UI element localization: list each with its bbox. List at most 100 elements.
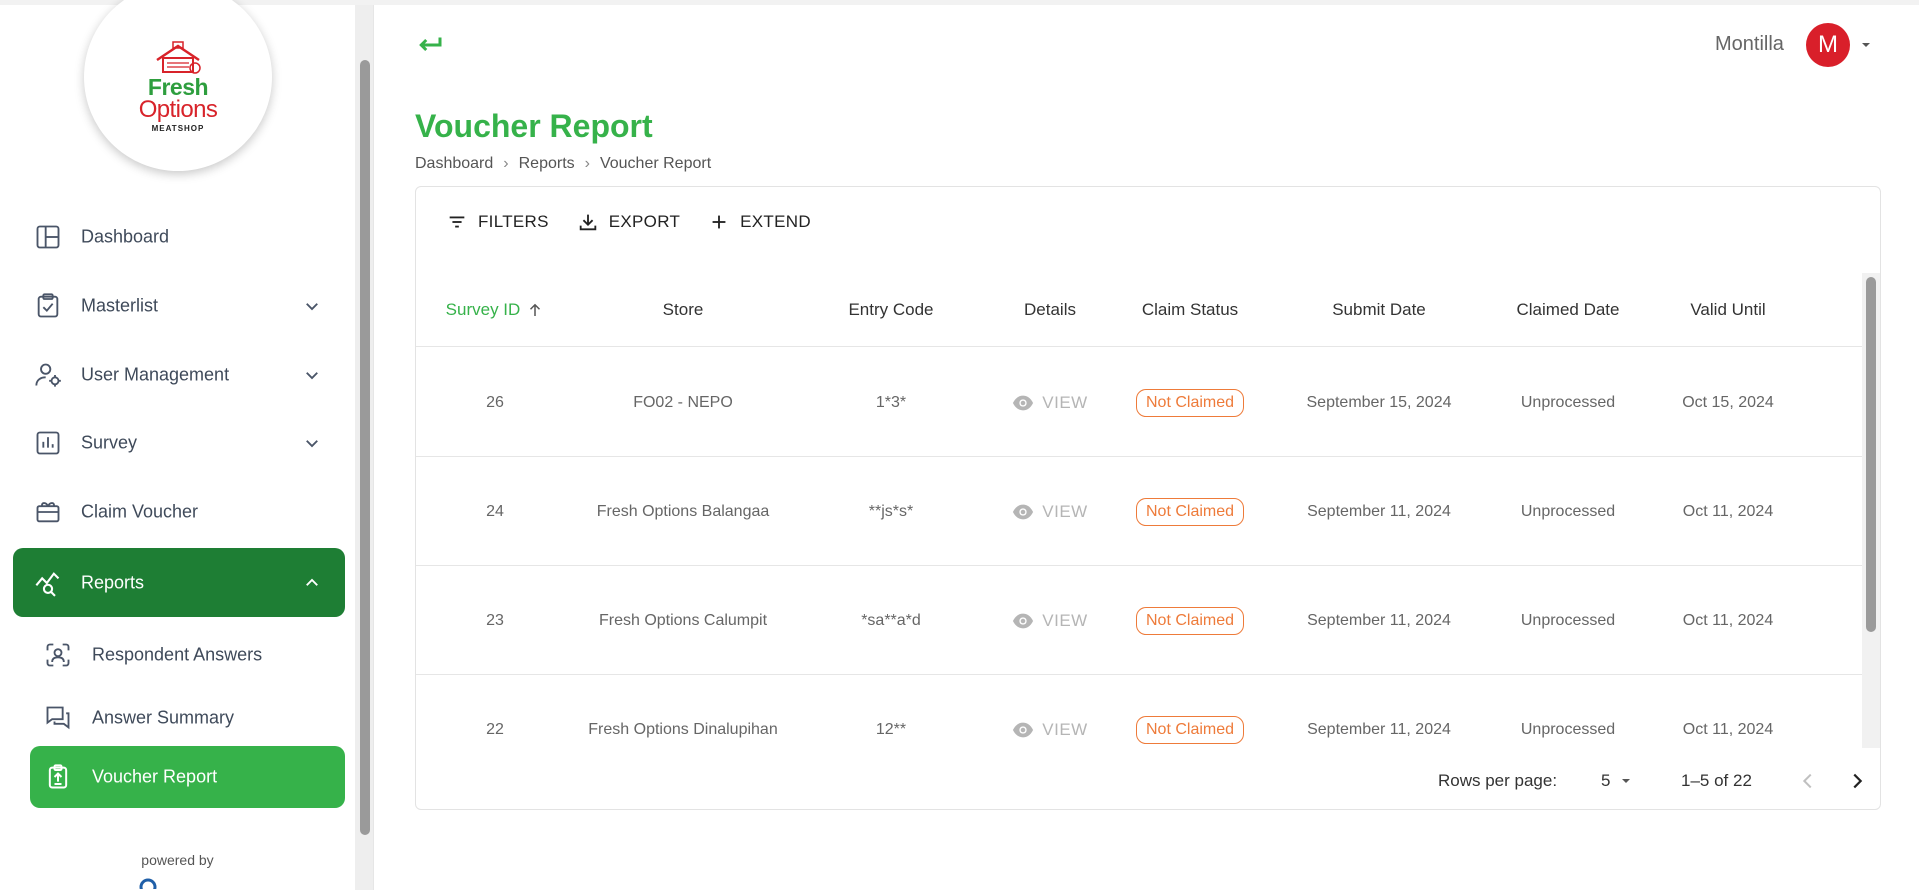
logo-text-fresh: Fresh — [147, 73, 209, 100]
gift-card-icon — [36, 502, 60, 523]
sidebar-subitem-answer-summary[interactable]: Answer Summary — [30, 687, 345, 749]
sidebar-item-survey[interactable]: Survey — [13, 411, 345, 475]
chevron-left-icon[interactable] — [1797, 770, 1819, 792]
breadcrumb-item-current: Voucher Report — [599, 155, 712, 172]
breadcrumb-item-dashboard[interactable]: Dashboard — [415, 155, 493, 173]
extend-label: EXTEND — [740, 212, 811, 231]
powered-by-text: powered by — [141, 852, 214, 868]
sidebar-item-user-management[interactable]: User Management — [13, 343, 345, 407]
back-arrow-icon[interactable] — [415, 30, 445, 60]
cell-submit-date: September 11, 2024 — [1307, 502, 1451, 520]
sidebar-subitem-voucher-report[interactable]: Voucher Report — [30, 746, 345, 808]
cell-claimed-date: Unprocessed — [1520, 611, 1616, 629]
cell-entry-code: 1*3* — [875, 393, 907, 411]
cell-valid-until: Oct 11, 2024 — [1682, 502, 1774, 520]
chevron-up-icon — [306, 578, 318, 586]
cell-store: FO02 - NEPO — [633, 393, 733, 411]
cell-survey-id: 22 — [486, 720, 504, 738]
column-header-survey-id[interactable]: Survey ID — [416, 273, 574, 347]
cell-submit-date: September 11, 2024 — [1307, 720, 1451, 738]
column-header-store[interactable]: Store — [574, 273, 792, 347]
gear-icon — [139, 878, 157, 889]
user-name[interactable]: Montilla — [1715, 33, 1784, 56]
sidebar-item-label: Dashboard — [81, 226, 170, 247]
caret-down-icon[interactable] — [1858, 37, 1874, 53]
sidebar-subitem-label: Answer Summary — [92, 707, 235, 728]
sidebar-subitem-respondent-answers[interactable]: Respondent Answers — [30, 624, 345, 686]
voucher-table: Survey ID Store Entry Code Details Claim… — [416, 273, 1862, 748]
cell-survey-id: 23 — [486, 611, 504, 629]
sidebar-item-claim-voucher[interactable]: Claim Voucher — [13, 480, 345, 544]
sidebar-item-dashboard[interactable]: Dashboard — [13, 205, 345, 269]
table-scrollbar-thumb[interactable] — [1866, 277, 1876, 632]
cell-claim-status: Not Claimed — [1110, 675, 1270, 748]
cell-claim-status: Not Claimed — [1110, 566, 1270, 675]
cell-claim-status: Not Claimed — [1110, 457, 1270, 566]
view-button[interactable]: VIEW — [1012, 392, 1087, 414]
person-scan-icon — [46, 643, 70, 667]
sidebar: Fresh Options MEATSHOP Dashboard Masterl… — [0, 0, 355, 890]
caret-down-icon[interactable] — [1618, 773, 1634, 789]
breadcrumb: Dashboard › Reports › Voucher Report — [415, 155, 711, 173]
column-header-details[interactable]: Details — [990, 273, 1110, 347]
table-row: 22 Fresh Options Dinalupihan 12** VIEW N… — [416, 675, 1862, 748]
cell-survey-id: 26 — [486, 393, 504, 411]
download-icon — [579, 214, 596, 231]
view-label: VIEW — [1042, 719, 1088, 739]
cell-submit-date: September 15, 2024 — [1306, 393, 1452, 411]
sidebar-item-reports[interactable]: Reports — [13, 548, 345, 617]
sidebar-scrollbar-thumb[interactable] — [360, 60, 370, 835]
table-row: 24 Fresh Options Balangaa **js*s* VIEW N… — [416, 457, 1862, 566]
column-header-claimed-date[interactable]: Claimed Date — [1488, 273, 1648, 347]
export-label: EXPORT — [608, 212, 681, 231]
column-header-submit-date[interactable]: Submit Date — [1270, 273, 1488, 347]
chevron-right-icon[interactable] — [1846, 770, 1868, 792]
cell-valid-until: Oct 11, 2024 — [1682, 611, 1774, 629]
cell-submit-date: September 11, 2024 — [1307, 611, 1451, 629]
rows-per-page-select[interactable]: 5 — [1601, 771, 1610, 791]
sidebar-item-masterlist[interactable]: Masterlist — [13, 274, 345, 338]
column-header-valid-until[interactable]: Valid Until — [1648, 273, 1808, 347]
breadcrumb-item-reports[interactable]: Reports — [519, 155, 575, 173]
view-button[interactable]: VIEW — [1012, 719, 1087, 741]
column-header-entry-code[interactable]: Entry Code — [792, 273, 990, 347]
sidebar-subitem-label: Respondent Answers — [92, 644, 263, 665]
view-button[interactable]: VIEW — [1012, 610, 1087, 632]
cell-valid-until: Oct 11, 2024 — [1682, 720, 1774, 738]
extend-button[interactable]: EXTEND — [708, 211, 811, 233]
eye-icon — [1013, 722, 1034, 737]
pagination: Rows per page: 5 1–5 of 22 — [416, 748, 1882, 810]
brand-logo[interactable]: Fresh Options MEATSHOP — [84, 0, 272, 171]
avatar[interactable]: M — [1806, 23, 1850, 67]
sidebar-item-label: Masterlist — [81, 295, 159, 316]
sidebar-item-label: Reports — [81, 572, 145, 592]
cell-claimed-date: Unprocessed — [1520, 720, 1616, 738]
status-badge: Not Claimed — [1135, 715, 1245, 744]
cell-valid-until: Oct 15, 2024 — [1682, 393, 1774, 411]
breadcrumb-separator: › — [584, 155, 590, 172]
view-button[interactable]: VIEW — [1012, 501, 1087, 523]
status-badge: Not Claimed — [1135, 497, 1245, 526]
view-label: VIEW — [1042, 610, 1088, 630]
dashboard-icon — [36, 225, 60, 249]
cell-survey-id: 24 — [486, 502, 504, 520]
filters-button[interactable]: FILTERS — [446, 211, 549, 233]
table-toolbar: FILTERS EXPORT EXTEND — [446, 211, 811, 233]
cell-claim-status: Not Claimed — [1110, 348, 1270, 457]
column-header-claim-status[interactable]: Claim Status — [1110, 273, 1270, 347]
filter-icon — [449, 216, 465, 228]
divider — [373, 5, 374, 890]
breadcrumb-separator: › — [503, 155, 509, 172]
filters-label: FILTERS — [478, 212, 549, 231]
cell-claimed-date: Unprocessed — [1520, 502, 1616, 520]
cell-entry-code: 12** — [875, 720, 907, 738]
status-badge: Not Claimed — [1135, 388, 1245, 417]
user-settings-icon — [35, 363, 61, 387]
cell-details: VIEW — [990, 457, 1110, 566]
export-button[interactable]: EXPORT — [577, 211, 680, 233]
view-label: VIEW — [1042, 392, 1088, 412]
cell-details: VIEW — [990, 566, 1110, 675]
cell-details: VIEW — [990, 675, 1110, 748]
eye-icon — [1013, 395, 1034, 410]
plus-icon — [712, 215, 726, 229]
